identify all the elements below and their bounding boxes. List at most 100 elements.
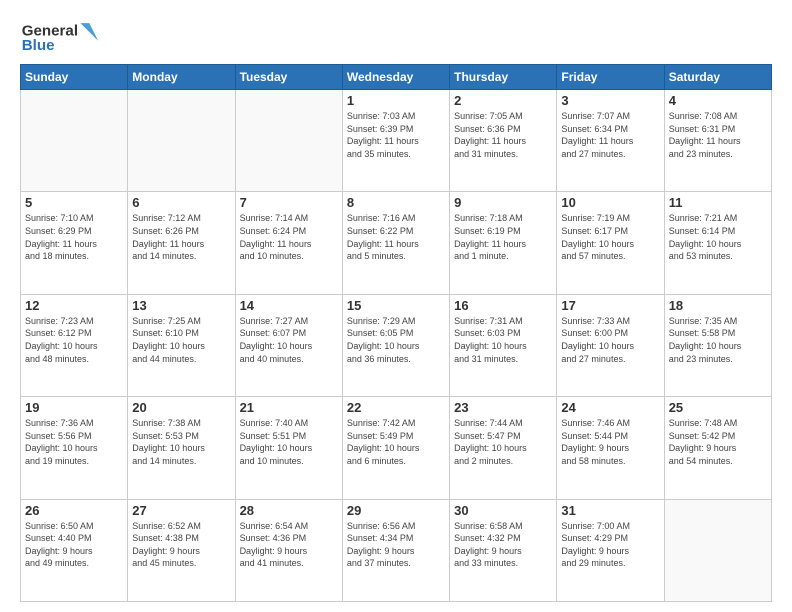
calendar-cell <box>21 90 128 192</box>
calendar-cell: 23 Sunrise: 7:44 AM Sunset: 5:47 PM Dayli… <box>450 397 557 499</box>
day-number: 31 <box>561 503 659 518</box>
calendar-week-3: 12 Sunrise: 7:23 AM Sunset: 6:12 PM Dayli… <box>21 294 772 396</box>
day-number: 25 <box>669 400 767 415</box>
day-number: 8 <box>347 195 445 210</box>
calendar-header-saturday: Saturday <box>664 65 771 90</box>
day-number: 16 <box>454 298 552 313</box>
header: General Blue <box>20 16 772 56</box>
calendar-cell: 14 Sunrise: 7:27 AM Sunset: 6:07 PM Dayli… <box>235 294 342 396</box>
day-number: 7 <box>240 195 338 210</box>
day-number: 14 <box>240 298 338 313</box>
calendar-cell: 1Sunrise: 7:03 AM Sunset: 6:39 PM Daylig… <box>342 90 449 192</box>
day-number: 21 <box>240 400 338 415</box>
day-info: Sunrise: 7:48 AM Sunset: 5:42 PM Dayligh… <box>669 417 767 467</box>
day-number: 18 <box>669 298 767 313</box>
calendar-cell: 17Sunrise: 7:33 AM Sunset: 6:00 PM Dayli… <box>557 294 664 396</box>
day-number: 6 <box>132 195 230 210</box>
calendar-cell <box>235 90 342 192</box>
calendar-week-5: 26Sunrise: 6:50 AM Sunset: 4:40 PM Dayli… <box>21 499 772 601</box>
calendar-table: SundayMondayTuesdayWednesdayThursdayFrid… <box>20 64 772 602</box>
calendar-cell: 30 Sunrise: 6:58 AM Sunset: 4:32 PM Dayli… <box>450 499 557 601</box>
calendar-cell: 6 Sunrise: 7:12 AM Sunset: 6:26 PM Daylig… <box>128 192 235 294</box>
calendar-header-row: SundayMondayTuesdayWednesdayThursdayFrid… <box>21 65 772 90</box>
calendar-cell: 12 Sunrise: 7:23 AM Sunset: 6:12 PM Dayli… <box>21 294 128 396</box>
day-number: 22 <box>347 400 445 415</box>
day-info: Sunrise: 7:23 AM Sunset: 6:12 PM Dayligh… <box>25 315 123 365</box>
day-number: 10 <box>561 195 659 210</box>
day-number: 11 <box>669 195 767 210</box>
day-info: Sunrise: 7:05 AM Sunset: 6:36 PM Dayligh… <box>454 110 552 160</box>
calendar-cell: 22 Sunrise: 7:42 AM Sunset: 5:49 PM Dayli… <box>342 397 449 499</box>
calendar-cell: 15Sunrise: 7:29 AM Sunset: 6:05 PM Dayli… <box>342 294 449 396</box>
day-number: 30 <box>454 503 552 518</box>
day-number: 19 <box>25 400 123 415</box>
day-number: 9 <box>454 195 552 210</box>
day-number: 28 <box>240 503 338 518</box>
day-number: 1 <box>347 93 445 108</box>
day-info: Sunrise: 7:27 AM Sunset: 6:07 PM Dayligh… <box>240 315 338 365</box>
logo-svg: General Blue <box>20 16 100 56</box>
day-info: Sunrise: 7:08 AM Sunset: 6:31 PM Dayligh… <box>669 110 767 160</box>
calendar-cell: 8Sunrise: 7:16 AM Sunset: 6:22 PM Daylig… <box>342 192 449 294</box>
day-info: Sunrise: 7:35 AM Sunset: 5:58 PM Dayligh… <box>669 315 767 365</box>
day-info: Sunrise: 6:50 AM Sunset: 4:40 PM Dayligh… <box>25 520 123 570</box>
day-number: 13 <box>132 298 230 313</box>
day-info: Sunrise: 7:38 AM Sunset: 5:53 PM Dayligh… <box>132 417 230 467</box>
calendar-cell: 28 Sunrise: 6:54 AM Sunset: 4:36 PM Dayli… <box>235 499 342 601</box>
calendar-header-monday: Monday <box>128 65 235 90</box>
calendar-cell <box>664 499 771 601</box>
calendar-cell: 9 Sunrise: 7:18 AM Sunset: 6:19 PM Daylig… <box>450 192 557 294</box>
day-number: 27 <box>132 503 230 518</box>
day-number: 2 <box>454 93 552 108</box>
calendar-cell: 10 Sunrise: 7:19 AM Sunset: 6:17 PM Dayli… <box>557 192 664 294</box>
calendar-header-friday: Friday <box>557 65 664 90</box>
day-number: 23 <box>454 400 552 415</box>
day-info: Sunrise: 6:54 AM Sunset: 4:36 PM Dayligh… <box>240 520 338 570</box>
day-number: 20 <box>132 400 230 415</box>
logo: General Blue <box>20 16 100 56</box>
calendar-cell: 13 Sunrise: 7:25 AM Sunset: 6:10 PM Dayli… <box>128 294 235 396</box>
calendar-cell: 16Sunrise: 7:31 AM Sunset: 6:03 PM Dayli… <box>450 294 557 396</box>
calendar-week-4: 19 Sunrise: 7:36 AM Sunset: 5:56 PM Dayli… <box>21 397 772 499</box>
calendar-cell: 29Sunrise: 6:56 AM Sunset: 4:34 PM Dayli… <box>342 499 449 601</box>
day-number: 17 <box>561 298 659 313</box>
day-info: Sunrise: 6:58 AM Sunset: 4:32 PM Dayligh… <box>454 520 552 570</box>
day-info: Sunrise: 7:36 AM Sunset: 5:56 PM Dayligh… <box>25 417 123 467</box>
calendar-cell: 2 Sunrise: 7:05 AM Sunset: 6:36 PM Daylig… <box>450 90 557 192</box>
day-info: Sunrise: 7:14 AM Sunset: 6:24 PM Dayligh… <box>240 212 338 262</box>
day-info: Sunrise: 7:44 AM Sunset: 5:47 PM Dayligh… <box>454 417 552 467</box>
day-number: 3 <box>561 93 659 108</box>
day-number: 12 <box>25 298 123 313</box>
day-number: 24 <box>561 400 659 415</box>
day-info: Sunrise: 7:18 AM Sunset: 6:19 PM Dayligh… <box>454 212 552 262</box>
day-number: 4 <box>669 93 767 108</box>
day-info: Sunrise: 7:21 AM Sunset: 6:14 PM Dayligh… <box>669 212 767 262</box>
calendar-header-sunday: Sunday <box>21 65 128 90</box>
calendar-cell: 7 Sunrise: 7:14 AM Sunset: 6:24 PM Daylig… <box>235 192 342 294</box>
day-info: Sunrise: 6:56 AM Sunset: 4:34 PM Dayligh… <box>347 520 445 570</box>
day-info: Sunrise: 7:25 AM Sunset: 6:10 PM Dayligh… <box>132 315 230 365</box>
calendar-header-tuesday: Tuesday <box>235 65 342 90</box>
day-info: Sunrise: 7:46 AM Sunset: 5:44 PM Dayligh… <box>561 417 659 467</box>
page: General Blue SundayMondayTuesdayWednesda… <box>0 0 792 612</box>
day-info: Sunrise: 7:40 AM Sunset: 5:51 PM Dayligh… <box>240 417 338 467</box>
calendar-header-thursday: Thursday <box>450 65 557 90</box>
calendar-cell: 24 Sunrise: 7:46 AM Sunset: 5:44 PM Dayli… <box>557 397 664 499</box>
day-info: Sunrise: 7:19 AM Sunset: 6:17 PM Dayligh… <box>561 212 659 262</box>
calendar-week-2: 5Sunrise: 7:10 AM Sunset: 6:29 PM Daylig… <box>21 192 772 294</box>
svg-text:Blue: Blue <box>22 37 55 54</box>
calendar-cell: 5Sunrise: 7:10 AM Sunset: 6:29 PM Daylig… <box>21 192 128 294</box>
calendar-cell: 11 Sunrise: 7:21 AM Sunset: 6:14 PM Dayli… <box>664 192 771 294</box>
calendar-cell: 25 Sunrise: 7:48 AM Sunset: 5:42 PM Dayli… <box>664 397 771 499</box>
day-info: Sunrise: 7:12 AM Sunset: 6:26 PM Dayligh… <box>132 212 230 262</box>
calendar-cell: 3 Sunrise: 7:07 AM Sunset: 6:34 PM Daylig… <box>557 90 664 192</box>
day-info: Sunrise: 7:42 AM Sunset: 5:49 PM Dayligh… <box>347 417 445 467</box>
calendar-cell: 21 Sunrise: 7:40 AM Sunset: 5:51 PM Dayli… <box>235 397 342 499</box>
calendar-cell <box>128 90 235 192</box>
calendar-cell: 20 Sunrise: 7:38 AM Sunset: 5:53 PM Dayli… <box>128 397 235 499</box>
calendar-header-wednesday: Wednesday <box>342 65 449 90</box>
day-info: Sunrise: 7:07 AM Sunset: 6:34 PM Dayligh… <box>561 110 659 160</box>
day-info: Sunrise: 7:00 AM Sunset: 4:29 PM Dayligh… <box>561 520 659 570</box>
day-info: Sunrise: 6:52 AM Sunset: 4:38 PM Dayligh… <box>132 520 230 570</box>
day-number: 5 <box>25 195 123 210</box>
